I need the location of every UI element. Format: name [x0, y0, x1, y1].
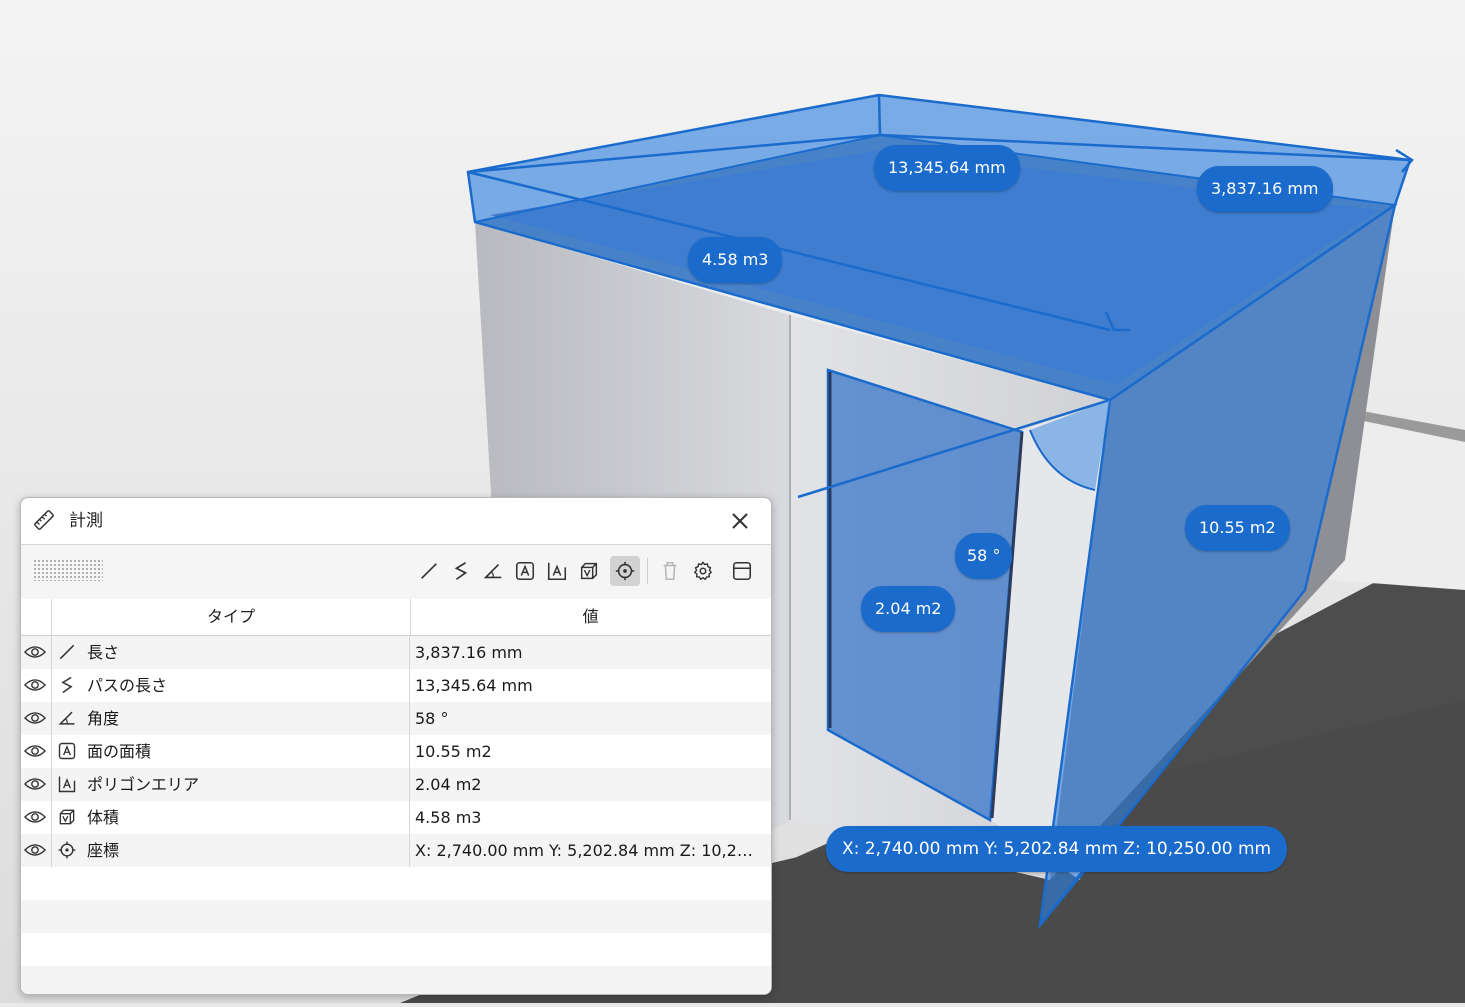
measurement-panel: 計測 タイプ 値 長さ 3,837.16 mm パスの長さ 13,345.64 …	[20, 497, 772, 995]
polygon-area-label: 2.04 m2	[861, 586, 956, 632]
layout-tool-button[interactable]	[727, 556, 757, 586]
volume-icon	[580, 562, 598, 580]
angle-icon	[483, 563, 502, 579]
face-area-icon	[515, 561, 535, 581]
row-value: 3,837.16 mm	[415, 643, 523, 662]
coordinate-tool-button[interactable]	[610, 556, 640, 586]
settings-tool-button[interactable]	[688, 556, 718, 586]
line-icon	[421, 563, 437, 579]
table-header: タイプ 値	[21, 599, 771, 636]
column-header-type[interactable]: タイプ	[51, 599, 411, 635]
row-type: ポリゴンエリア	[87, 775, 200, 794]
drag-handle[interactable]	[33, 559, 103, 581]
panel-icon	[732, 561, 752, 581]
row-type: 長さ	[87, 643, 120, 662]
table-row[interactable]: 面の面積 10.55 m2	[21, 735, 771, 768]
table-row[interactable]: 体積 4.58 m3	[21, 801, 771, 834]
row-value: 10.55 m2	[415, 742, 492, 761]
gear-icon	[694, 561, 712, 581]
panel-header[interactable]: 計測	[21, 498, 771, 545]
eye-icon[interactable]	[24, 675, 46, 695]
table-row[interactable]: 座標 X: 2,740.00 mm Y: 5,202.84 mm Z: 10,2…	[21, 834, 771, 867]
row-type: 面の面積	[87, 742, 152, 761]
length-tool-button[interactable]	[414, 556, 444, 586]
volume-tool-button[interactable]	[574, 556, 604, 586]
toolbar-separator	[647, 558, 648, 584]
length-label: 3,837.16 mm	[1197, 166, 1333, 212]
row-type: 角度	[87, 709, 120, 728]
face-area-tool-button[interactable]	[510, 556, 540, 586]
empty-row	[21, 867, 771, 900]
row-value: 4.58 m3	[415, 808, 482, 827]
column-header-value[interactable]: 値	[410, 599, 771, 635]
empty-row	[21, 933, 771, 966]
eye-icon[interactable]	[24, 774, 46, 794]
measurement-table: タイプ 値 長さ 3,837.16 mm パスの長さ 13,345.64 mm	[21, 599, 771, 994]
table-row[interactable]: 長さ 3,837.16 mm	[21, 636, 771, 669]
coordinate-label: X: 2,740.00 mm Y: 5,202.84 mm Z: 10,250.…	[826, 826, 1288, 872]
face-area-icon	[58, 742, 76, 760]
eye-icon[interactable]	[24, 807, 46, 827]
angle-label: 58 °	[955, 533, 1013, 579]
volume-icon	[59, 809, 75, 825]
empty-row	[21, 900, 771, 933]
eye-icon[interactable]	[24, 642, 46, 662]
table-row[interactable]: 角度 58 °	[21, 702, 771, 735]
table-row[interactable]: パスの長さ 13,345.64 mm	[21, 669, 771, 702]
volume-label: 4.58 m3	[688, 237, 783, 283]
path-icon	[61, 676, 73, 694]
polygon-area-icon	[58, 776, 76, 793]
trash-icon	[663, 561, 677, 581]
angle-icon	[58, 711, 75, 725]
target-icon	[58, 841, 76, 859]
target-icon	[615, 561, 635, 581]
row-value: X: 2,740.00 mm Y: 5,202.84 mm Z: 10,250.…	[415, 841, 761, 860]
empty-row	[21, 966, 771, 994]
polygon-area-icon	[547, 562, 567, 581]
row-value: 2.04 m2	[415, 775, 482, 794]
delete-tool-button[interactable]	[655, 556, 685, 586]
row-value: 58 °	[415, 709, 449, 728]
close-icon[interactable]	[727, 508, 753, 534]
row-value: 13,345.64 mm	[415, 676, 533, 695]
eye-icon[interactable]	[24, 741, 46, 761]
panel-title: 計測	[69, 511, 103, 531]
ruler-icon	[34, 510, 54, 530]
table-body: 長さ 3,837.16 mm パスの長さ 13,345.64 mm 角度 58 …	[21, 636, 771, 994]
table-row[interactable]: ポリゴンエリア 2.04 m2	[21, 768, 771, 801]
path-length-label: 13,345.64 mm	[874, 145, 1020, 191]
angle-tool-button[interactable]	[478, 556, 508, 586]
line-icon	[59, 644, 75, 660]
path-length-tool-button[interactable]	[446, 556, 476, 586]
eye-icon[interactable]	[24, 840, 46, 860]
measurement-toolbar	[21, 545, 771, 600]
row-type: 座標	[87, 841, 120, 860]
path-icon	[454, 562, 468, 580]
eye-icon[interactable]	[24, 708, 46, 728]
row-type: 体積	[87, 808, 120, 827]
polygon-area-tool-button[interactable]	[542, 556, 572, 586]
face-area-label: 10.55 m2	[1185, 505, 1290, 551]
row-type: パスの長さ	[87, 676, 168, 695]
